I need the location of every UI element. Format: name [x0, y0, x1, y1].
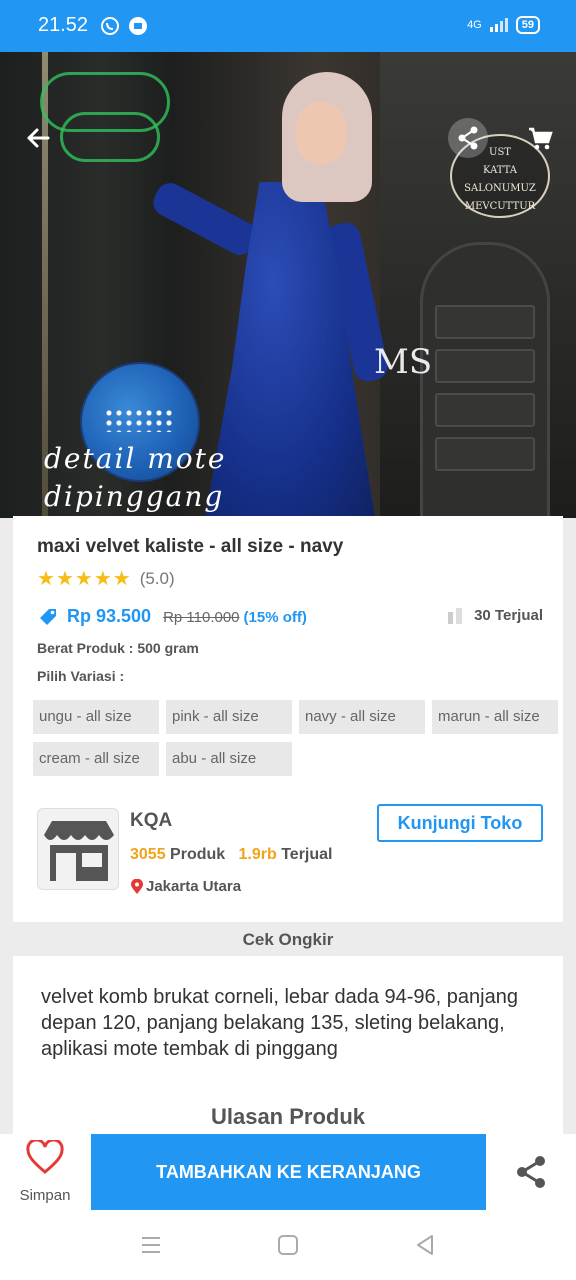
network-type: 4G — [467, 19, 482, 31]
variant-option-marun[interactable]: marun - all size — [432, 700, 558, 734]
store-name[interactable]: KQA — [130, 810, 172, 832]
cart-button[interactable] — [520, 118, 560, 158]
model-arm — [148, 178, 262, 260]
store-location: Jakarta Utara — [130, 878, 241, 895]
reviews-heading: Ulasan Produk — [210, 1104, 366, 1129]
home-icon[interactable] — [275, 1232, 301, 1258]
variant-option-navy[interactable]: navy - all size — [299, 700, 425, 734]
back-button[interactable] — [18, 118, 58, 158]
variant-option-abu[interactable]: abu - all size — [166, 742, 292, 776]
product-weight: Berat Produk : 500 gram — [37, 640, 199, 656]
product-description: velvet komb brukat corneli, lebar dada 9… — [41, 986, 518, 1060]
share-button[interactable] — [486, 1134, 576, 1210]
system-nav-bar — [0, 1210, 576, 1280]
rating: ★ ★ ★ ★ ★ (5.0) — [37, 566, 175, 591]
variant-option-ungu[interactable]: ungu - all size — [33, 700, 159, 734]
store-avatar[interactable] — [37, 808, 119, 890]
heart-icon — [26, 1140, 64, 1174]
save-label: Simpan — [19, 1187, 71, 1204]
menu-icon[interactable] — [138, 1232, 164, 1258]
shipping-check-link[interactable]: Cek Ongkir — [0, 924, 576, 956]
location-pin-icon — [131, 878, 143, 894]
product-info-card: maxi velvet kaliste - all size - navy ★ … — [13, 516, 563, 922]
variant-label: Pilih Variasi : — [37, 668, 125, 684]
star-icon: ★ — [112, 568, 131, 590]
hero-caption-line2: dipinggang — [44, 480, 225, 513]
store-icon — [44, 821, 114, 881]
back-icon[interactable] — [412, 1232, 438, 1258]
share-icon — [458, 126, 478, 150]
neon-decoration — [60, 112, 160, 162]
status-bar: 21.52 4G 59 — [0, 0, 576, 52]
star-icon: ★ — [55, 568, 74, 590]
tag-icon — [40, 609, 56, 625]
whatsapp-icon — [101, 17, 119, 35]
visit-store-button[interactable]: Kunjungi Toko — [377, 804, 543, 842]
cart-icon — [529, 127, 553, 150]
current-price: Rp 93.500 — [67, 606, 152, 626]
sold-count: 30 Terjual — [446, 606, 543, 624]
product-title: maxi velvet kaliste - all size - navy — [37, 536, 344, 557]
bottom-action-bar: Simpan TAMBAHKAN KE KERANJANG — [0, 1134, 576, 1210]
product-image[interactable]: UST KATTA SALONUMUZ MEVCUTTUR detail mot… — [0, 52, 576, 518]
model-face — [296, 102, 346, 164]
variant-option-pink[interactable]: pink - all size — [166, 700, 292, 734]
signal-icon — [489, 18, 508, 32]
star-icon: ★ — [74, 568, 93, 590]
status-indicators: 4G 59 — [467, 16, 540, 34]
share-icon — [517, 1156, 545, 1188]
chat-icon — [129, 17, 147, 35]
back-arrow-icon — [27, 128, 50, 148]
star-icon: ★ — [93, 568, 112, 590]
save-button[interactable]: Simpan — [0, 1134, 90, 1210]
variant-option-cream[interactable]: cream - all size — [33, 742, 159, 776]
sold-icon — [448, 608, 463, 624]
share-top-button[interactable] — [448, 118, 488, 158]
description-card: velvet komb brukat corneli, lebar dada 9… — [13, 956, 563, 1136]
discount-badge: (15% off) — [243, 609, 307, 626]
rating-value: (5.0) — [139, 568, 175, 588]
star-icon: ★ — [37, 568, 55, 590]
original-price: Rp 110.000 — [163, 609, 240, 626]
mote-beads — [104, 408, 174, 432]
price-row: Rp 93.500 Rp 110.000 (15% off) — [37, 606, 307, 628]
status-time: 21.52 — [38, 14, 89, 36]
add-to-cart-button[interactable]: TAMBAHKAN KE KERANJANG — [91, 1134, 486, 1210]
hero-caption-line1: detail mote — [44, 442, 227, 475]
battery-level: 59 — [515, 16, 540, 34]
store-stats: 3055 Produk 1.9rb Terjual — [130, 846, 333, 863]
watermark: MS — [374, 342, 433, 382]
cabinet — [420, 242, 550, 518]
